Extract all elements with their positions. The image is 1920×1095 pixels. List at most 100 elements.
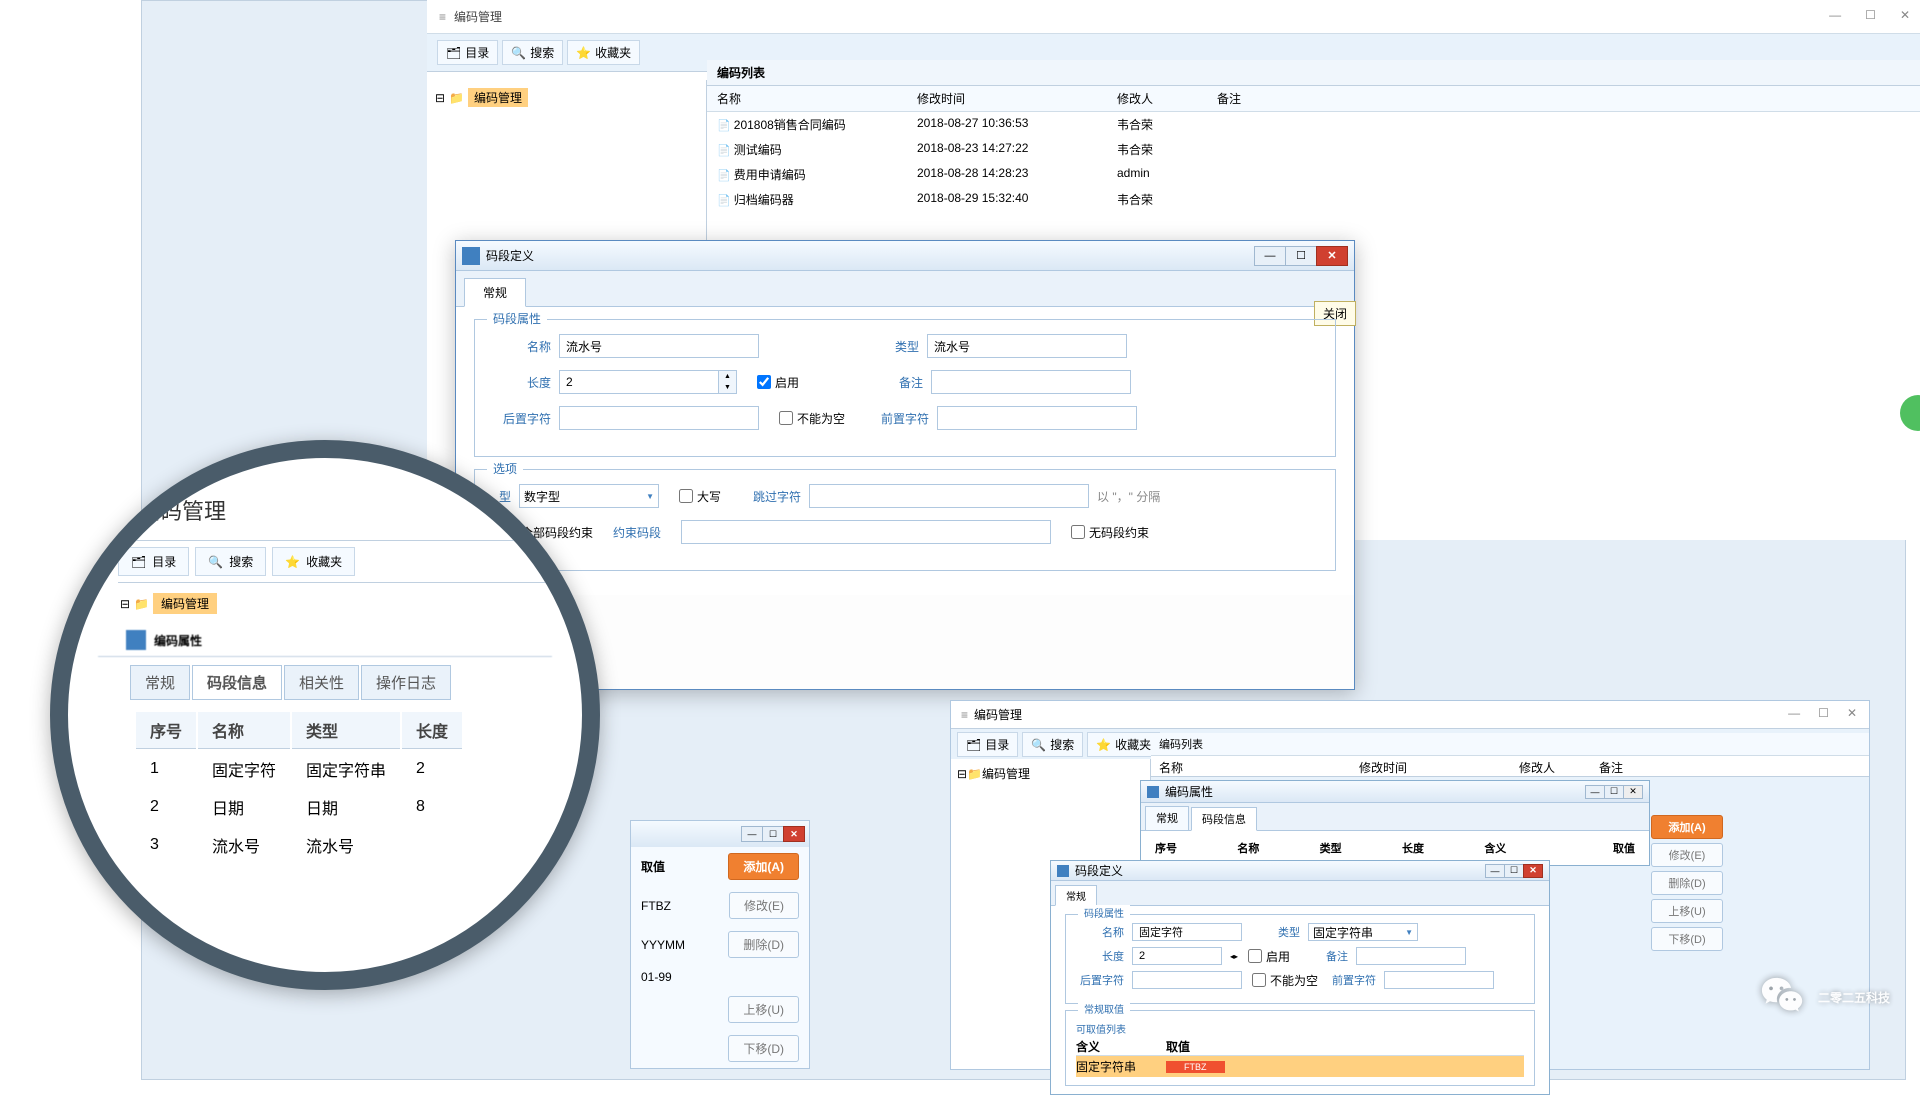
side-min[interactable]: — bbox=[741, 826, 763, 842]
zoom-tree-node[interactable]: ⊟📁编码管理 bbox=[120, 593, 552, 614]
spin-down[interactable]: ▼ bbox=[719, 382, 736, 393]
mini-input-name[interactable] bbox=[1132, 923, 1242, 941]
d1-close[interactable]: ✕ bbox=[1623, 785, 1643, 799]
tab-general[interactable]: 常规 bbox=[464, 278, 526, 307]
check-no-constraint[interactable]: 无码段约束 bbox=[1071, 524, 1149, 541]
mini-col-user[interactable]: 修改人 bbox=[1511, 756, 1591, 779]
input-note[interactable] bbox=[931, 370, 1131, 394]
mini-tab-general[interactable]: 常规 bbox=[1145, 806, 1189, 830]
close-button[interactable]: ✕ bbox=[1900, 8, 1910, 22]
input-skip[interactable] bbox=[809, 484, 1089, 508]
check-enable[interactable]: 启用 bbox=[757, 374, 799, 391]
zoom-tab-segment[interactable]: 码段信息 bbox=[192, 665, 282, 700]
list-row[interactable]: 测试编码2018-08-23 14:27:22韦合荣 bbox=[707, 137, 1920, 162]
zoom-catalog-button[interactable]: 🗂目录 bbox=[118, 547, 189, 576]
checkbox-enable[interactable] bbox=[757, 375, 771, 389]
mini-up-button[interactable]: 上移(U) bbox=[1651, 899, 1723, 923]
side-title[interactable]: —☐✕ bbox=[631, 821, 809, 847]
d1-min[interactable]: — bbox=[1585, 785, 1605, 799]
zoom-tab-relation[interactable]: 相关性 bbox=[284, 665, 359, 700]
maximize-button[interactable]: ☐ bbox=[1865, 8, 1876, 22]
mini-delete-button[interactable]: 删除(D) bbox=[1651, 871, 1723, 895]
side-max[interactable]: ☐ bbox=[762, 826, 784, 842]
mini-dlg2-title[interactable]: 码段定义 —☐✕ bbox=[1051, 861, 1549, 881]
dialog-minimize[interactable]: — bbox=[1254, 246, 1286, 266]
zcol-no[interactable]: 序号 bbox=[136, 712, 196, 749]
dialog-maximize[interactable]: ☐ bbox=[1285, 246, 1317, 266]
mini-col-name[interactable]: 名称 bbox=[1151, 756, 1351, 779]
mini-catalog-button[interactable]: 🗂目录 bbox=[957, 732, 1018, 757]
check-upper[interactable]: 大写 bbox=[679, 488, 721, 505]
mini-tab-segment[interactable]: 码段信息 bbox=[1191, 807, 1257, 831]
hamburger-icon[interactable]: ≡ bbox=[439, 10, 446, 24]
input-name[interactable] bbox=[559, 334, 759, 358]
d1-max[interactable]: ☐ bbox=[1604, 785, 1624, 799]
zoom-favorites-button[interactable]: ⭐收藏夹 bbox=[272, 547, 355, 576]
zoom-tab-general[interactable]: 常规 bbox=[130, 665, 190, 700]
checkbox-no-constraint[interactable] bbox=[1071, 525, 1085, 539]
d2-min[interactable]: — bbox=[1485, 864, 1505, 878]
mini-check-notnull[interactable]: 不能为空 bbox=[1252, 972, 1318, 989]
tree-root-node[interactable]: ⊟ 📁 编码管理 bbox=[435, 88, 698, 107]
tree-minus-icon[interactable]: ⊟ bbox=[120, 597, 130, 611]
minimize-button[interactable]: — bbox=[1829, 8, 1841, 22]
col-note[interactable]: 备注 bbox=[1207, 86, 1920, 111]
mini-combo-type[interactable]: 固定字符串 bbox=[1308, 923, 1418, 941]
mini-col-note[interactable]: 备注 bbox=[1591, 756, 1631, 779]
mini-col-time[interactable]: 修改时间 bbox=[1351, 756, 1511, 779]
mini2-tab-general[interactable]: 常规 bbox=[1055, 885, 1097, 906]
mini-close[interactable]: ✕ bbox=[1847, 706, 1857, 720]
zoom-table-row[interactable]: 2日期日期8 bbox=[136, 789, 462, 825]
down-button[interactable]: 下移(D) bbox=[728, 1035, 799, 1062]
mini-down-button[interactable]: 下移(D) bbox=[1651, 927, 1723, 951]
list-row[interactable]: 归档编码器2018-08-29 15:32:40韦合荣 bbox=[707, 187, 1920, 212]
side-close[interactable]: ✕ bbox=[783, 826, 805, 842]
search-button[interactable]: 🔍搜索 bbox=[502, 40, 563, 65]
zoom-table-row[interactable]: 1固定字符固定字符串2 bbox=[136, 751, 462, 787]
dialog-titlebar[interactable]: 码段定义 — ☐ ✕ bbox=[456, 241, 1354, 271]
checkbox-notnull[interactable] bbox=[779, 411, 793, 425]
zoom-search-button[interactable]: 🔍搜索 bbox=[195, 547, 266, 576]
d2-close[interactable]: ✕ bbox=[1523, 864, 1543, 878]
zoom-tab-log[interactable]: 操作日志 bbox=[361, 665, 451, 700]
spinner-length-input[interactable] bbox=[559, 370, 719, 394]
zcol-name[interactable]: 名称 bbox=[198, 712, 290, 749]
mini-input-postfix[interactable] bbox=[1132, 971, 1242, 989]
zoom-table-row[interactable]: 3流水号流水号 bbox=[136, 827, 462, 863]
add-button[interactable]: 添加(A) bbox=[728, 853, 799, 880]
input-prefix[interactable] bbox=[937, 406, 1137, 430]
hamburger-icon[interactable]: ≡ bbox=[961, 708, 968, 722]
mini-input-prefix[interactable] bbox=[1384, 971, 1494, 989]
mini-tree-node[interactable]: ⊟📁编码管理 bbox=[957, 765, 1144, 782]
mini-check-enable[interactable]: 启用 bbox=[1248, 948, 1290, 965]
zcol-type[interactable]: 类型 bbox=[292, 712, 400, 749]
up-button[interactable]: 上移(U) bbox=[728, 996, 799, 1023]
col-name[interactable]: 名称 bbox=[707, 86, 907, 111]
mini-input-note[interactable] bbox=[1356, 947, 1466, 965]
list-row[interactable]: 费用申请编码2018-08-28 14:28:23admin bbox=[707, 162, 1920, 187]
input-constraint-seg[interactable] bbox=[681, 520, 1051, 544]
d2-max[interactable]: ☐ bbox=[1504, 864, 1524, 878]
catalog-button[interactable]: 🗂目录 bbox=[437, 40, 498, 65]
checkbox-upper[interactable] bbox=[679, 489, 693, 503]
mini-min[interactable]: — bbox=[1788, 706, 1800, 720]
col-time[interactable]: 修改时间 bbox=[907, 86, 1107, 111]
mini-edit-button[interactable]: 修改(E) bbox=[1651, 843, 1723, 867]
check-notnull[interactable]: 不能为空 bbox=[779, 410, 845, 427]
combo-dtype[interactable]: 数字型 bbox=[519, 484, 659, 508]
edit-button[interactable]: 修改(E) bbox=[729, 892, 799, 919]
mini-search-button[interactable]: 🔍搜索 bbox=[1022, 732, 1083, 757]
mini-max[interactable]: ☐ bbox=[1818, 706, 1829, 720]
spin-up[interactable]: ▲ bbox=[719, 371, 736, 382]
spinner-length[interactable]: ▲▼ bbox=[559, 370, 737, 394]
tree-minus-icon[interactable]: ⊟ bbox=[435, 91, 445, 105]
zcol-length[interactable]: 长度 bbox=[402, 712, 462, 749]
mini-dlg1-title[interactable]: 编码属性 —☐✕ bbox=[1141, 781, 1649, 803]
dialog-close[interactable]: ✕ bbox=[1316, 246, 1348, 266]
mini-input-length[interactable] bbox=[1132, 947, 1222, 965]
input-type[interactable] bbox=[927, 334, 1127, 358]
mini-fav-button[interactable]: ⭐收藏夹 bbox=[1087, 732, 1160, 757]
favorites-button[interactable]: ⭐收藏夹 bbox=[567, 40, 640, 65]
col-user[interactable]: 修改人 bbox=[1107, 86, 1207, 111]
list-row[interactable]: 201808销售合同编码2018-08-27 10:36:53韦合荣 bbox=[707, 112, 1920, 137]
